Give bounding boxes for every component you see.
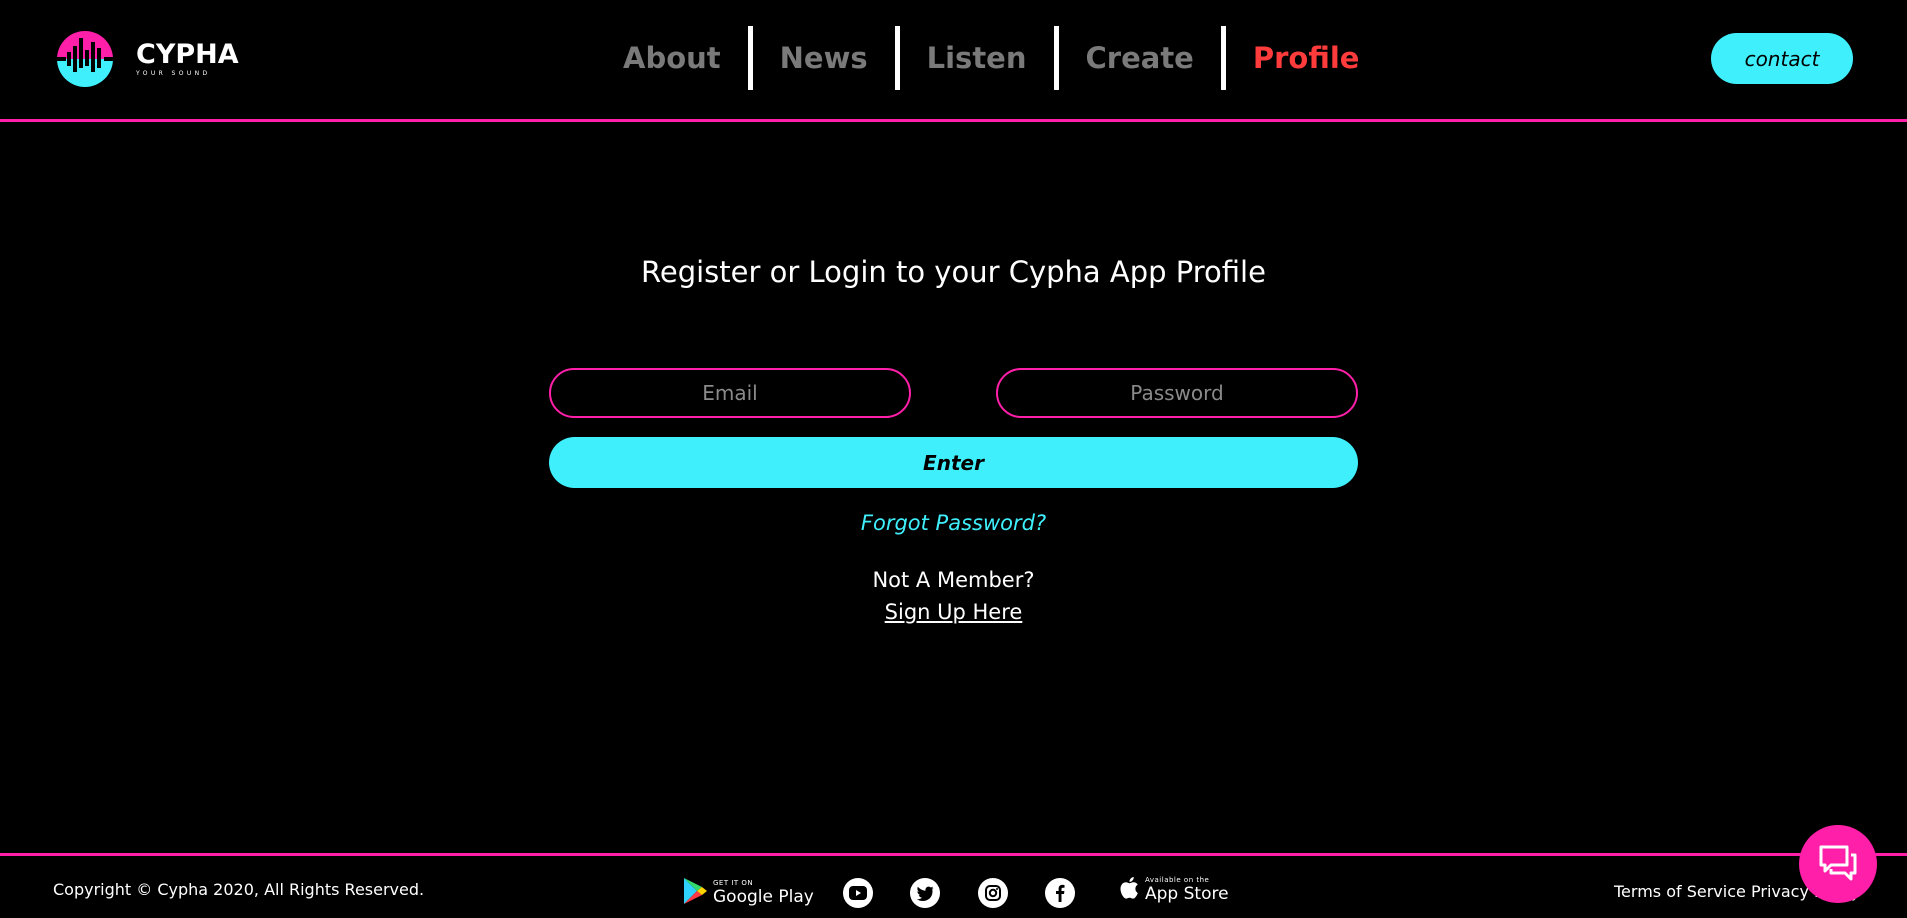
site-header: CYPHA YOUR SOUND About News Listen Creat… — [0, 0, 1907, 122]
enter-button[interactable]: Enter — [549, 437, 1358, 488]
google-play-badge[interactable]: GET IT ON Google Play — [683, 877, 814, 909]
nav-news[interactable]: News — [753, 26, 895, 90]
site-footer: Copyright © Cypha 2020, All Rights Reser… — [0, 853, 1907, 918]
facebook-icon[interactable] — [1045, 878, 1075, 908]
chat-button[interactable] — [1800, 826, 1876, 902]
nav-create[interactable]: Create — [1059, 26, 1221, 90]
google-play-small: GET IT ON — [713, 879, 754, 887]
app-store-label: App Store — [1145, 884, 1229, 904]
nav-profile[interactable]: Profile — [1226, 26, 1360, 90]
apple-icon — [1119, 876, 1139, 904]
instagram-icon[interactable] — [978, 878, 1008, 908]
nav-about[interactable]: About — [596, 26, 748, 90]
main-nav: About News Listen Create Profile — [596, 26, 1359, 90]
contact-button[interactable]: contact — [1711, 33, 1853, 84]
youtube-icon[interactable] — [843, 878, 873, 908]
not-member-text: Not A Member? — [872, 568, 1035, 592]
terms-link[interactable]: Terms of Service — [1614, 882, 1746, 901]
logo-tagline: YOUR SOUND — [136, 70, 211, 77]
signup-row: Sign Up Here — [0, 600, 1907, 624]
page-title: Register or Login to your Cypha App Prof… — [641, 255, 1266, 289]
google-play-icon — [683, 877, 707, 909]
logo-title: CYPHA — [136, 39, 239, 70]
forgot-password-row: Forgot Password? — [0, 511, 1907, 535]
twitter-icon[interactable] — [910, 878, 940, 908]
signup-link[interactable]: Sign Up Here — [885, 600, 1023, 624]
forgot-password-link[interactable]: Forgot Password? — [861, 511, 1046, 535]
nav-listen[interactable]: Listen — [900, 26, 1054, 90]
app-store-small: Available on the — [1145, 876, 1210, 884]
app-store-badge[interactable]: Available on the App Store — [1119, 876, 1229, 904]
password-field[interactable] — [996, 368, 1358, 418]
google-play-label: Google Play — [713, 887, 814, 907]
chat-icon — [1817, 843, 1859, 885]
cypha-logo-icon — [52, 30, 118, 88]
copyright-text: Copyright © Cypha 2020, All Rights Reser… — [53, 880, 425, 899]
email-field[interactable] — [549, 368, 911, 418]
logo[interactable]: CYPHA YOUR SOUND — [52, 30, 239, 88]
